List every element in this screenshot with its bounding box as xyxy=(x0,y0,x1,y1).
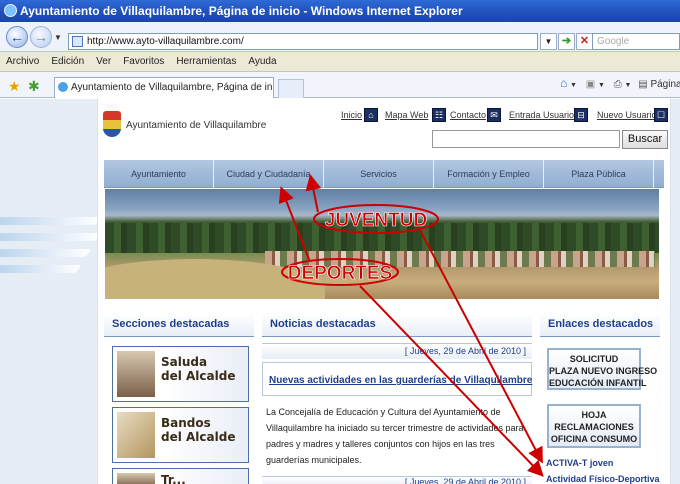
news-date: [ Jueves, 29 de Abril de 2010 ] xyxy=(262,343,532,359)
nav-formacion-y-empleo[interactable]: Formación y Empleo xyxy=(434,160,544,188)
decorative-wave xyxy=(0,233,100,241)
home-icon[interactable]: ⌂ xyxy=(560,76,567,90)
address-text: http://www.ayto-villaquilambre.com/ xyxy=(87,36,244,47)
news-date: [ Jueves, 29 de Abril de 2010 ] xyxy=(262,476,532,484)
decorative-wave xyxy=(0,249,90,257)
town-panorama-banner xyxy=(105,189,659,299)
forward-button[interactable]: → xyxy=(30,26,52,48)
menu-bar: Archivo Edición Ver Favoritos Herramientas Ay… xyxy=(0,52,680,72)
chevron-down-icon[interactable]: ▼ xyxy=(624,82,631,89)
tab-favicon-icon xyxy=(58,82,68,92)
news-summary: La Concejalía de Educación y Cultura del… xyxy=(266,407,524,465)
mail-icon[interactable]: ✉ xyxy=(487,108,501,122)
news-title-link[interactable]: Nuevas actividades en las guarderías de … xyxy=(269,375,532,386)
back-button[interactable]: ← xyxy=(6,26,28,48)
print-icon[interactable]: ⎙ xyxy=(614,79,622,90)
section-title-secciones: Secciones destacadas xyxy=(104,313,254,337)
history-dropdown-icon[interactable]: ▼ xyxy=(54,33,62,42)
solicitud-plaza-button[interactable]: SOLICITUD PLAZA NUEVO INGRESO EDUCACIÓN … xyxy=(547,348,657,390)
banner-trees xyxy=(105,223,659,253)
arrow-right-icon: → xyxy=(34,29,48,45)
saluda-alcalde-label: Saluda del Alcalde xyxy=(161,355,236,383)
page-icon xyxy=(72,36,83,47)
chevron-down-icon: ▼ xyxy=(544,37,553,46)
bandos-alcalde-label: Bandos del Alcalde xyxy=(161,416,236,444)
banner-houses xyxy=(265,251,655,267)
window-title: Ayuntamiento de Villaquilambre, Página d… xyxy=(20,4,463,18)
tab-active[interactable]: Ayuntamiento de Villaquilambre, Página d… xyxy=(54,77,274,98)
nav-ciudad-y-ciudadania[interactable]: Ciudad y Ciudadanía xyxy=(214,160,324,188)
chevron-down-icon[interactable]: ▼ xyxy=(570,82,577,89)
menu-archivo[interactable]: Archivo xyxy=(0,52,45,72)
stop-button[interactable]: ✕ xyxy=(576,33,593,50)
ie-logo-icon xyxy=(4,4,17,17)
link-entrada-usuarios[interactable]: Entrada Usuarios xyxy=(509,110,579,120)
address-input[interactable]: http://www.ayto-villaquilambre.com/ xyxy=(68,33,538,50)
chevron-down-icon[interactable]: ▼ xyxy=(598,82,605,89)
link-nuevo-usuario[interactable]: Nuevo Usuario xyxy=(597,110,657,120)
third-section-banner[interactable]: Tr... xyxy=(112,468,249,484)
tab-title: Ayuntamiento de Villaquilambre, Página d… xyxy=(71,82,274,93)
arrow-left-icon: ← xyxy=(10,29,24,45)
command-bar: ⌂ ▼ ▣ ▼ ⎙ ▼ ▤ Página xyxy=(560,76,680,94)
nav-plaza-publica[interactable]: Plaza Pública xyxy=(544,160,654,188)
address-dropdown-button[interactable]: ▼ xyxy=(540,33,557,50)
menu-herramientas[interactable]: Herramientas xyxy=(170,52,242,72)
new-user-icon[interactable]: ☐ xyxy=(654,108,668,122)
feeds-icon[interactable]: ▣ xyxy=(586,79,595,90)
link-inicio[interactable]: Inicio xyxy=(341,110,362,120)
third-section-label: Tr... xyxy=(161,473,186,484)
new-tab-button[interactable] xyxy=(278,79,304,98)
go-button[interactable]: ➔ xyxy=(558,33,575,50)
decorative-wave xyxy=(0,217,100,225)
home-icon[interactable]: ⌂ xyxy=(364,108,378,122)
site-search-input[interactable] xyxy=(432,130,620,148)
bandos-alcalde-banner[interactable]: Bandos del Alcalde xyxy=(112,407,249,463)
nav-servicios[interactable]: Servicios xyxy=(324,160,434,188)
menu-ayuda[interactable]: Ayuda xyxy=(242,52,282,72)
link-contacto[interactable]: Contacto xyxy=(450,110,486,120)
menu-favoritos[interactable]: Favoritos xyxy=(117,52,170,72)
mayor-photo xyxy=(117,351,155,397)
scroll-document-icon xyxy=(117,412,155,458)
section-title-enlaces: Enlaces destacados xyxy=(540,313,660,337)
page-icon: ▤ xyxy=(638,79,648,90)
section-title-noticias: Noticias destacadas xyxy=(262,313,532,337)
close-icon: ✕ xyxy=(579,35,590,47)
site-name[interactable]: Ayuntamiento de Villaquilambre xyxy=(126,120,266,131)
link-mapa-web[interactable]: Mapa Web xyxy=(385,110,428,120)
hoja-reclamaciones-button[interactable]: HOJA RECLAMACIONES OFICINA CONSUMO xyxy=(547,404,641,448)
login-icon[interactable]: ⊟ xyxy=(574,108,588,122)
sitemap-icon[interactable]: ☷ xyxy=(432,108,446,122)
nav-ayuntamiento[interactable]: Ayuntamiento xyxy=(104,160,214,188)
coat-of-arms-logo[interactable] xyxy=(103,111,121,137)
page-menu-label: Página xyxy=(650,79,680,90)
section-photo xyxy=(117,473,155,484)
go-arrow-icon: ➔ xyxy=(561,35,572,47)
link-activa-t-joven[interactable]: ACTIVA-T joven xyxy=(546,458,613,468)
saluda-alcalde-banner[interactable]: Saluda del Alcalde xyxy=(112,346,249,402)
page-menu-button[interactable]: ▤ Página xyxy=(638,79,680,90)
favorites-star-icon[interactable]: ★ xyxy=(8,78,21,95)
menu-ver[interactable]: Ver xyxy=(90,52,117,72)
link-actividad-fisico-deportiva[interactable]: Actividad Físico-Deportiva xyxy=(546,474,660,484)
window-title-bar: Ayuntamiento de Villaquilambre, Página d… xyxy=(0,0,680,22)
menu-edicion[interactable]: Edición xyxy=(45,52,90,72)
search-input[interactable]: Google xyxy=(592,33,680,50)
add-favorite-icon[interactable]: ✱ xyxy=(28,78,40,95)
search-button[interactable]: Buscar xyxy=(622,130,668,149)
decorative-wave xyxy=(0,265,80,273)
